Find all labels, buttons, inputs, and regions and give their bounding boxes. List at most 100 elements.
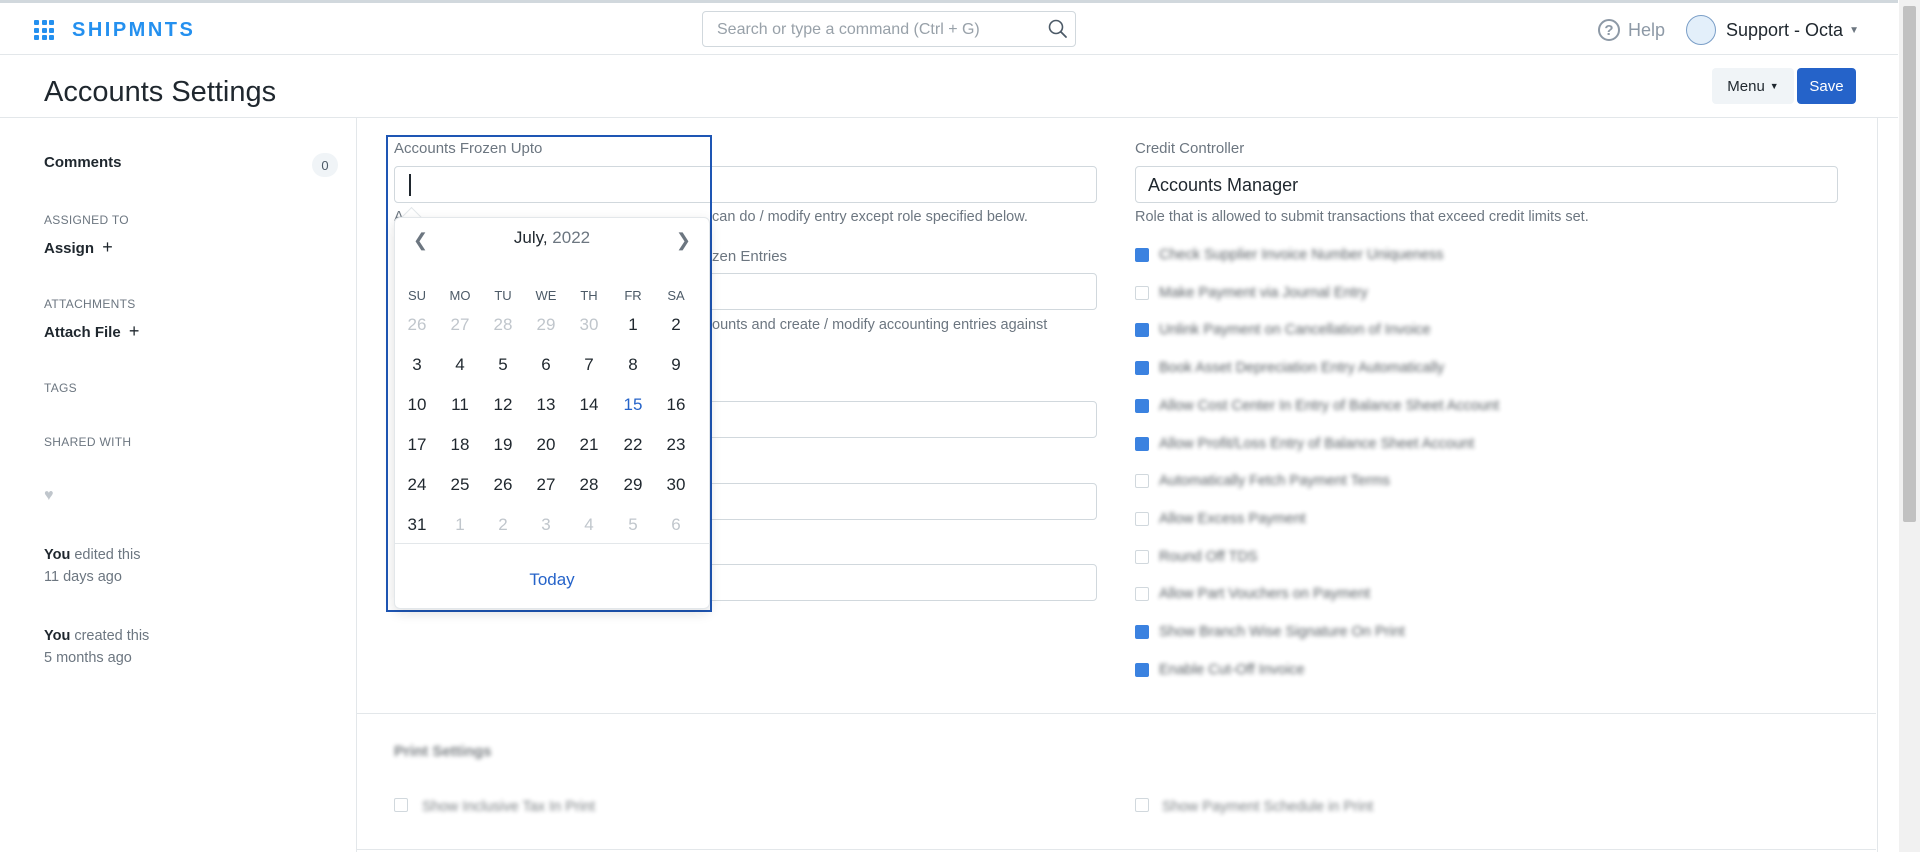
help-menu[interactable]: ? Help: [1598, 19, 1665, 41]
calendar-day[interactable]: 14: [571, 395, 607, 415]
assign-button[interactable]: Assign +: [44, 237, 113, 258]
save-button[interactable]: Save: [1797, 68, 1856, 104]
checkbox-row[interactable]: Show Branch Wise Signature On Print: [1135, 624, 1405, 640]
calendar-day[interactable]: 3: [528, 515, 564, 535]
datepicker-year: 2022: [552, 228, 591, 247]
checkbox[interactable]: [1135, 323, 1149, 338]
checkbox-row[interactable]: Allow Profit/Loss Entry of Balance Sheet…: [1135, 436, 1474, 452]
checkbox-row[interactable]: Check Supplier Invoice Number Uniqueness: [1135, 247, 1444, 263]
calendar-day[interactable]: 12: [485, 395, 521, 415]
checkbox-row[interactable]: Allow Cost Center In Entry of Balance Sh…: [1135, 398, 1499, 414]
calendar-day[interactable]: 4: [442, 355, 478, 375]
calendar-day[interactable]: 26: [399, 315, 435, 335]
calendar-day[interactable]: 7: [571, 355, 607, 375]
calendar-day[interactable]: 31: [399, 515, 435, 535]
checkbox-row[interactable]: Unlink Payment on Cancellation of Invoic…: [1135, 322, 1431, 338]
checkbox[interactable]: [1135, 398, 1149, 413]
checkbox[interactable]: [1135, 474, 1149, 489]
checkbox-row[interactable]: Round Off TDS: [1135, 549, 1258, 565]
calendar-day[interactable]: 29: [615, 475, 651, 495]
calendar-day[interactable]: 18: [442, 435, 478, 455]
search-bar[interactable]: [702, 11, 1076, 47]
checkbox[interactable]: [1135, 625, 1149, 639]
calendar-day[interactable]: 1: [442, 515, 478, 535]
calendar-day[interactable]: 17: [399, 435, 435, 455]
attach-file-button[interactable]: Attach File +: [44, 321, 139, 342]
checkbox-label: Book Asset Depreciation Entry Automatica…: [1159, 360, 1445, 377]
checkbox[interactable]: [1135, 248, 1149, 262]
calendar-day[interactable]: 11: [442, 395, 478, 415]
print-section-title: Print Settings: [394, 743, 492, 760]
checkbox[interactable]: [1135, 662, 1149, 677]
checkbox-row[interactable]: Automatically Fetch Payment Terms: [1135, 473, 1390, 489]
scrollbar[interactable]: [1899, 0, 1920, 852]
checkbox[interactable]: [1135, 285, 1149, 300]
calendar-day[interactable]: 20: [528, 435, 564, 455]
calendar-day[interactable]: 24: [399, 475, 435, 495]
tags-label[interactable]: TAGS: [44, 381, 77, 395]
calendar-day[interactable]: 10: [399, 395, 435, 415]
calendar-day[interactable]: 13: [528, 395, 564, 415]
checkbox-row[interactable]: Make Payment via Journal Entry: [1135, 285, 1368, 301]
search-icon[interactable]: [1047, 18, 1069, 45]
calendar-day[interactable]: 9: [658, 355, 694, 375]
checkbox[interactable]: [394, 798, 408, 812]
calendar-day[interactable]: 21: [571, 435, 607, 455]
checkbox[interactable]: [1135, 798, 1149, 812]
activity-item: You created this 5 months ago: [44, 625, 149, 669]
checkbox-row[interactable]: Allow Part Vouchers on Payment: [1135, 586, 1370, 602]
chevron-right-icon[interactable]: ❯: [676, 230, 691, 251]
calendar-day[interactable]: 4: [571, 515, 607, 535]
activity-item: You edited this 11 days ago: [44, 544, 140, 588]
weekday-header: TU: [494, 288, 512, 303]
heart-icon[interactable]: ♥: [44, 487, 54, 505]
activity-time: 11 days ago: [44, 569, 122, 585]
user-menu[interactable]: Support - Octa ▼: [1686, 15, 1859, 45]
scrollbar-thumb[interactable]: [1903, 6, 1916, 522]
calendar-day[interactable]: 1: [615, 315, 651, 335]
calendar-day[interactable]: 5: [615, 515, 651, 535]
checkbox[interactable]: [1135, 361, 1149, 376]
calendar-day[interactable]: 19: [485, 435, 521, 455]
checkbox[interactable]: [1135, 511, 1149, 526]
checkbox[interactable]: [1135, 587, 1149, 602]
search-input[interactable]: [715, 20, 1039, 40]
calendar-day[interactable]: 5: [485, 355, 521, 375]
comments-link[interactable]: Comments: [44, 154, 122, 171]
credit-controller-field[interactable]: Accounts Manager: [1135, 166, 1838, 203]
calendar-day[interactable]: 29: [528, 315, 564, 335]
checkbox-label: Automatically Fetch Payment Terms: [1159, 473, 1391, 490]
calendar-day[interactable]: 15: [615, 395, 651, 415]
datepicker-title[interactable]: July, 2022: [395, 228, 709, 248]
assign-label: Assign: [44, 240, 95, 257]
apps-grid-icon[interactable]: [34, 20, 54, 40]
calendar-day[interactable]: 27: [528, 475, 564, 495]
calendar-day[interactable]: 28: [571, 475, 607, 495]
calendar-day[interactable]: 28: [485, 315, 521, 335]
activity-action: edited this: [70, 547, 141, 563]
checkbox-row[interactable]: Allow Excess Payment: [1135, 511, 1306, 527]
calendar-day[interactable]: 30: [571, 315, 607, 335]
calendar-day[interactable]: 22: [615, 435, 651, 455]
calendar-day[interactable]: 3: [399, 355, 435, 375]
checkbox-row[interactable]: Book Asset Depreciation Entry Automatica…: [1135, 360, 1444, 376]
calendar-day[interactable]: 6: [528, 355, 564, 375]
checkbox[interactable]: [1135, 436, 1149, 451]
today-button[interactable]: Today: [395, 570, 709, 590]
calendar-day[interactable]: 16: [658, 395, 694, 415]
brand-logo[interactable]: SHIPMNTS: [72, 19, 195, 42]
menu-button[interactable]: Menu ▼: [1712, 68, 1794, 104]
checkbox[interactable]: [1135, 549, 1149, 564]
comments-count-badge: 0: [312, 153, 338, 177]
calendar-day[interactable]: 26: [485, 475, 521, 495]
calendar-day[interactable]: 6: [658, 515, 694, 535]
calendar-day[interactable]: 8: [615, 355, 651, 375]
checkbox-row[interactable]: Enable Cut-Off Invoice: [1135, 662, 1305, 678]
calendar-day[interactable]: 2: [485, 515, 521, 535]
calendar-day[interactable]: 27: [442, 315, 478, 335]
calendar-day[interactable]: 2: [658, 315, 694, 335]
calendar-day[interactable]: 23: [658, 435, 694, 455]
calendar-day[interactable]: 30: [658, 475, 694, 495]
avatar: [1686, 15, 1716, 45]
calendar-day[interactable]: 25: [442, 475, 478, 495]
